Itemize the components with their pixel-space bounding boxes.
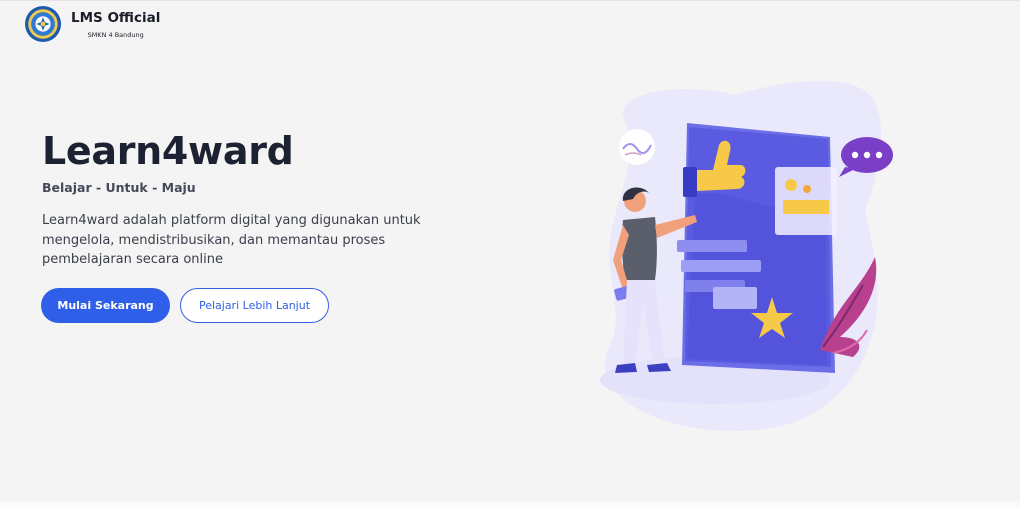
chart-icon [619, 129, 655, 165]
hero-section: Learn4ward Belajar - Untuk - Maju Learn4… [42, 128, 462, 270]
app-subtitle: SMKN 4 Bandung [87, 30, 144, 39]
brand[interactable]: LMS Official SMKN 4 Bandung [24, 5, 160, 43]
hero-title: Learn4ward [42, 129, 294, 173]
bottom-strip [0, 501, 1020, 508]
school-emblem-icon [24, 5, 62, 43]
hero-tagline: Belajar - Untuk - Maju [42, 180, 196, 195]
top-divider [0, 0, 1020, 1]
hero-illustration [600, 80, 893, 432]
app-title: LMS Official [71, 9, 161, 26]
learn-more-button[interactable]: Pelajari Lebih Lanjut [180, 288, 329, 323]
get-started-button[interactable]: Mulai Sekarang [41, 288, 170, 323]
hero-description: Learn4ward adalah platform digital yang … [42, 213, 421, 267]
